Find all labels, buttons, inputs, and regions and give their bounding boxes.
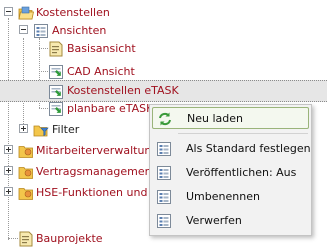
tree-node-label: Ansichten (52, 24, 107, 37)
tree-node-label: planbare eTASK (67, 102, 154, 115)
menu-item-label: Als Standard festlegen (186, 142, 311, 155)
tree-node-view[interactable]: Basisansicht (0, 38, 327, 60)
expand-toggle-icon[interactable] (4, 187, 13, 196)
view-link-icon (48, 64, 64, 80)
menu-item-publish[interactable]: Veröffentlichen: Aus (152, 162, 309, 184)
tree-node-label: Mitarbeiterverwaltung (36, 144, 159, 157)
view-link-icon (48, 101, 64, 117)
folder-icon (18, 185, 34, 201)
menu-item-label: Neu laden (187, 112, 243, 125)
menu-item-reload[interactable]: Neu laden (152, 107, 309, 129)
menu-item-rename[interactable]: Umbenennen (152, 186, 309, 208)
grid-icon (156, 189, 172, 205)
collapse-toggle-icon[interactable] (4, 7, 13, 16)
folder-icon (18, 164, 34, 180)
expand-toggle-icon[interactable] (4, 145, 13, 154)
view-document-icon (48, 41, 64, 57)
grid-icon (156, 141, 172, 157)
tree-node-label: HSE-Funktionen und Be (36, 186, 166, 199)
tree-node-label: Bauprojekte (36, 232, 103, 245)
tree-node-label: Kostenstellen eTASK (67, 84, 179, 97)
expand-toggle-icon[interactable] (19, 124, 28, 133)
grid-icon (156, 213, 172, 229)
menu-item-label: Verwerfen (186, 214, 242, 227)
grid-icon (156, 165, 172, 181)
tree-node-label: Vertragsmanagement (36, 165, 156, 178)
menu-item-discard[interactable]: Verwerfen (152, 210, 309, 232)
views-list-icon (33, 23, 49, 39)
expand-toggle-icon[interactable] (4, 166, 13, 175)
tree-node-label: Basisansicht (67, 42, 136, 55)
filter-folder-icon (33, 122, 49, 138)
menu-item-label: Veröffentlichen: Aus (186, 166, 297, 179)
folder-open-icon (18, 5, 34, 21)
folder-icon (18, 143, 34, 159)
menu-separator (178, 133, 308, 134)
list-document-icon (18, 231, 34, 247)
menu-item-set-default[interactable]: Als Standard festlegen (152, 138, 311, 160)
collapse-toggle-icon[interactable] (19, 25, 28, 34)
tree-node-label: CAD Ansicht (67, 65, 135, 78)
tree-node-label: Kostenstellen (36, 6, 110, 19)
context-menu: Neu laden Als Standard festlegen Veröffe… (149, 104, 312, 236)
menu-item-label: Umbenennen (186, 190, 260, 203)
tree-node-label: Filter (52, 123, 80, 136)
refresh-icon (157, 111, 173, 127)
